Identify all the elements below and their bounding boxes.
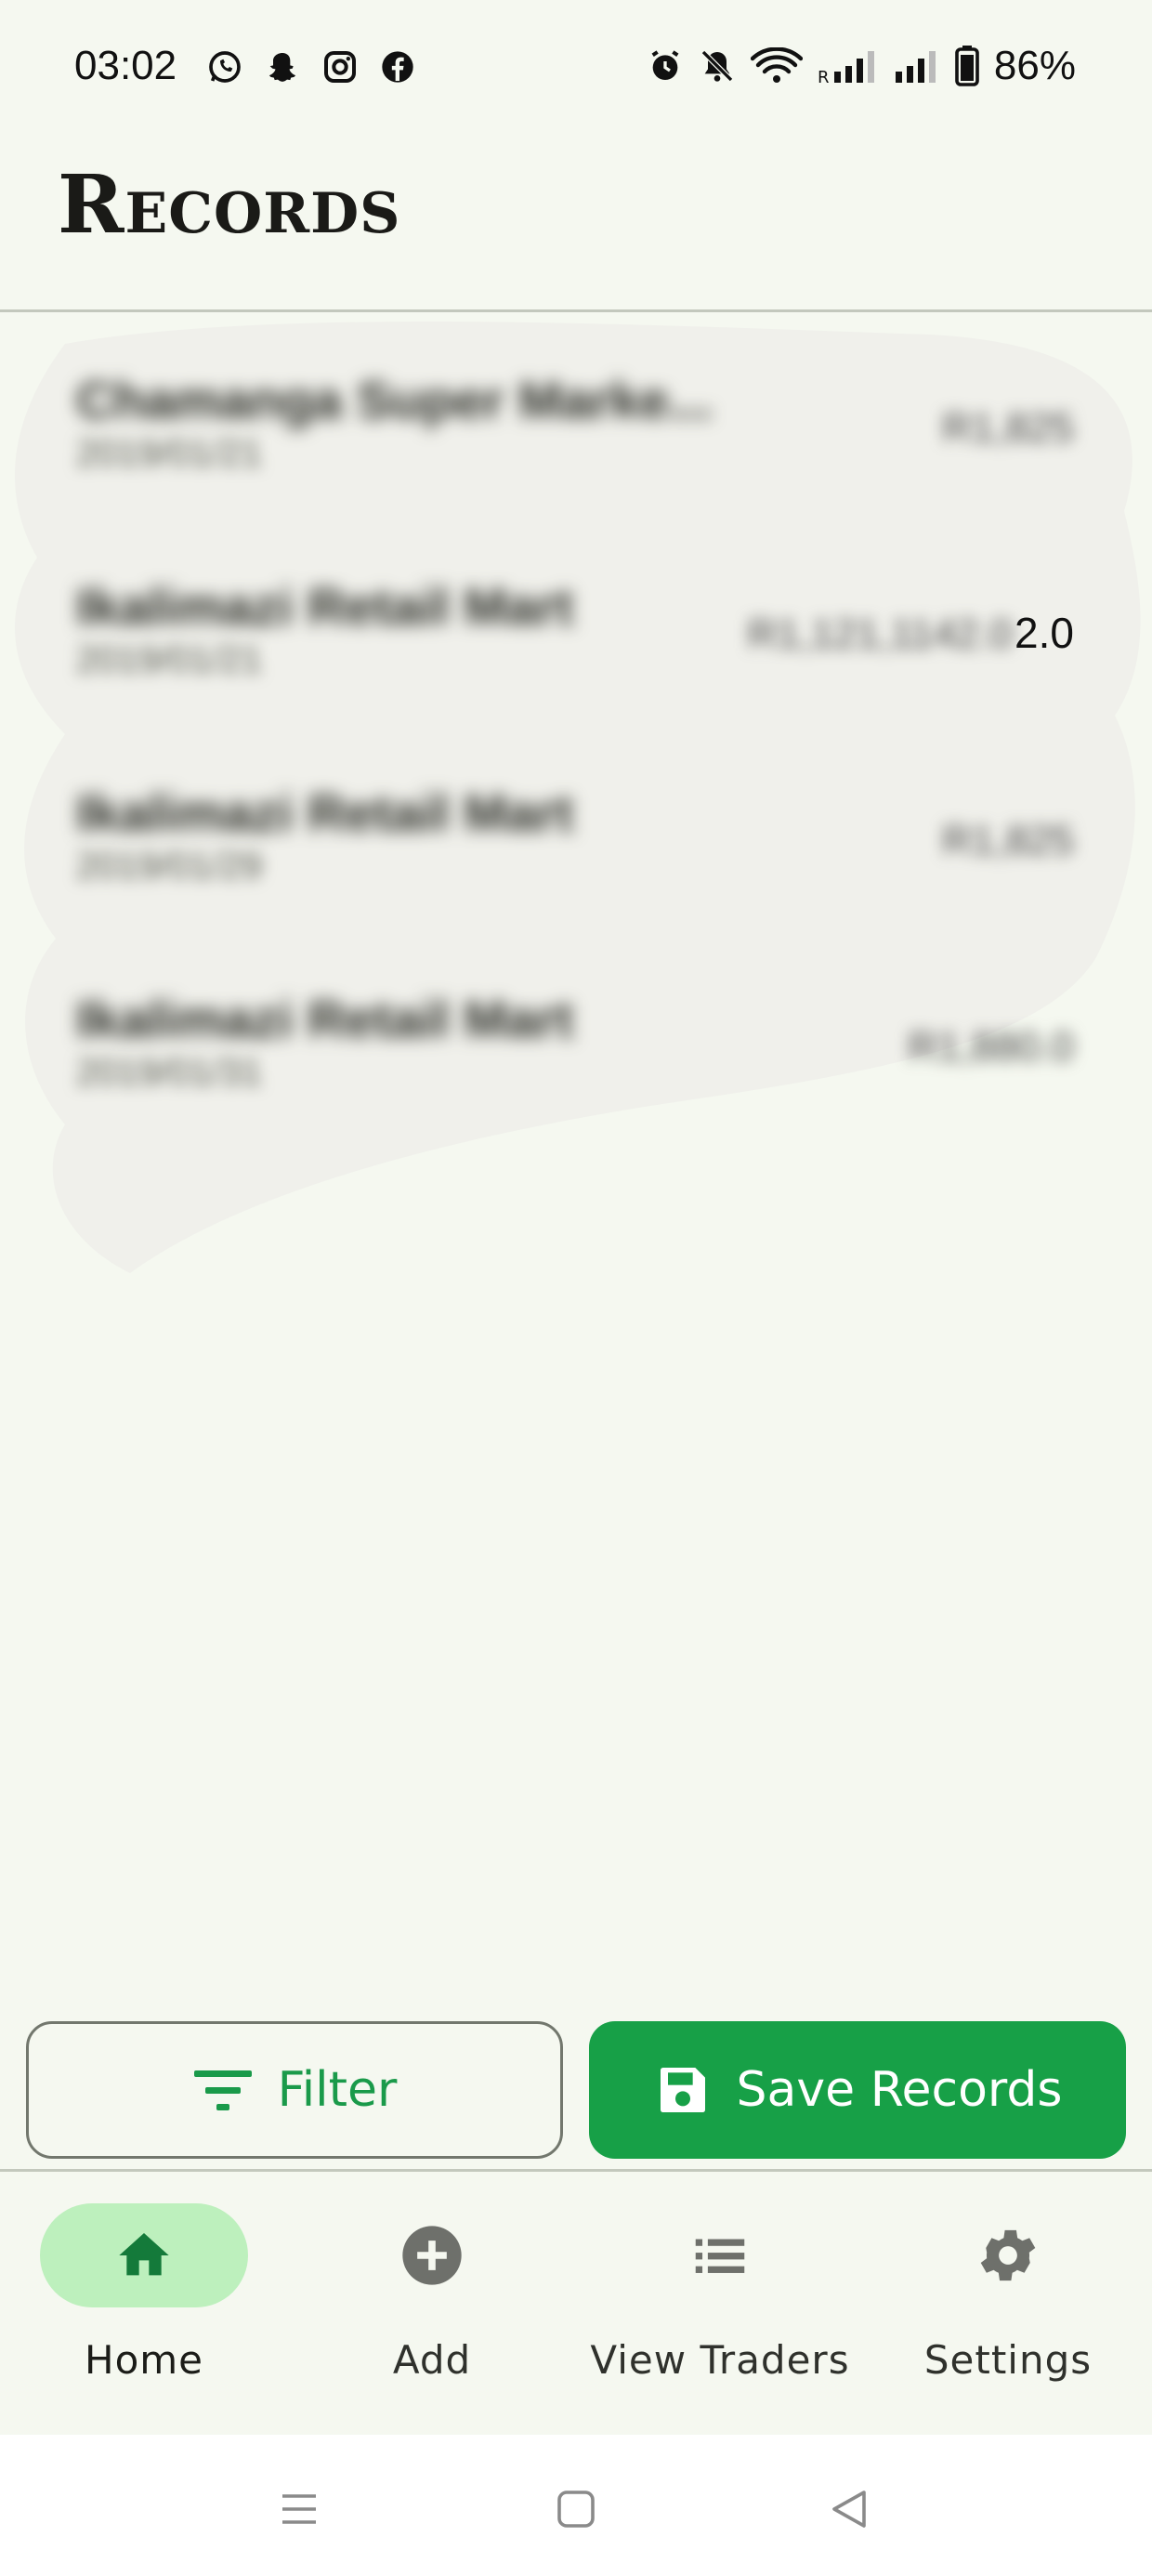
- back-button[interactable]: [821, 2481, 877, 2537]
- filter-button-label: Filter: [277, 2062, 398, 2118]
- notification-icons: [206, 48, 416, 85]
- home-system-button[interactable]: [548, 2481, 604, 2537]
- list-icon: [695, 2239, 745, 2273]
- record-date: 2019/01/29: [76, 846, 263, 887]
- save-records-button[interactable]: Save Records: [589, 2021, 1126, 2159]
- system-navigation-bar: [0, 2435, 1152, 2576]
- battery-percent: 86%: [993, 43, 1076, 88]
- status-time: 03:02: [74, 43, 177, 88]
- nav-label-settings: Settings: [923, 2337, 1093, 2383]
- record-name: Chamanga Super Marke...: [76, 371, 713, 429]
- filter-button[interactable]: Filter: [26, 2021, 563, 2159]
- list-item[interactable]: Ikalimazi Retail Mart 2019/01/29 R1,825: [0, 725, 1152, 931]
- gear-icon: [980, 2229, 1036, 2281]
- whatsapp-icon: [209, 51, 241, 83]
- status-bar: 03:02 R 86%: [0, 0, 1152, 139]
- save-records-button-label: Save Records: [736, 2062, 1063, 2118]
- list-item[interactable]: Ikalimazi Retail Mart 2019/01/31 R1,880.…: [0, 931, 1152, 1137]
- page-title: Records: [58, 158, 401, 252]
- nav-item-view-traders[interactable]: View Traders: [576, 2172, 864, 2435]
- filter-icon: [193, 2070, 252, 2110]
- instagram-icon: [324, 51, 356, 83]
- nav-active-indicator: [40, 2203, 248, 2307]
- alarm-icon: [651, 50, 679, 80]
- action-bar: Filter Save Records: [0, 2021, 1152, 2161]
- record-amount-visible-suffix: 2.0: [1015, 609, 1074, 657]
- record-name: Ikalimazi Retail Mart: [76, 577, 574, 636]
- record-date: 2019/01/21: [76, 433, 263, 474]
- back-triangle-icon: [832, 2491, 866, 2528]
- signal-icon: [895, 51, 936, 83]
- snapchat-icon: [268, 53, 296, 82]
- record-list: Chamanga Super Marke... 2019/01/21 R1,82…: [0, 312, 1152, 1137]
- system-status-icons: R 86%: [647, 43, 1076, 89]
- nav-item-add[interactable]: Add: [288, 2172, 576, 2435]
- nav-pill-settings: [904, 2203, 1112, 2307]
- menu-icon: [282, 2494, 316, 2524]
- record-amount: R1,825: [942, 405, 1074, 451]
- add-circle-icon: [402, 2226, 462, 2285]
- record-amount: R1,121,1142.0: [747, 611, 1013, 657]
- square-icon: [557, 2491, 595, 2528]
- facebook-icon: [382, 51, 413, 83]
- save-icon: [660, 2068, 705, 2112]
- nav-pill-view-traders: [616, 2203, 824, 2307]
- bell-off-icon: [700, 49, 733, 83]
- nav-item-settings[interactable]: Settings: [864, 2172, 1152, 2435]
- wifi-icon: [750, 47, 803, 83]
- nav-label-view-traders: View Traders: [590, 2337, 850, 2383]
- bottom-navigation: Home Add View Traders Settings: [0, 2172, 1152, 2435]
- app-bar: Records: [0, 139, 1152, 311]
- recent-apps-button[interactable]: [271, 2481, 327, 2537]
- nav-pill-add: [328, 2203, 536, 2307]
- signal-r-icon: R: [818, 51, 874, 85]
- records-screen: 03:02 R 86% Records Chamanga Super Marke…: [0, 0, 1152, 2576]
- home-icon: [119, 2233, 169, 2276]
- record-amount: R1,825: [942, 818, 1074, 863]
- svg-text:R: R: [818, 68, 830, 85]
- record-name: Ikalimazi Retail Mart: [76, 990, 574, 1048]
- list-item[interactable]: Ikalimazi Retail Mart 2019/01/21 R1,121,…: [0, 519, 1152, 725]
- battery-icon: [955, 46, 979, 86]
- record-date: 2019/01/31: [76, 1052, 263, 1093]
- record-name: Ikalimazi Retail Mart: [76, 783, 574, 842]
- record-date: 2019/01/21: [76, 639, 263, 680]
- record-amount: R1,880.0: [908, 1024, 1074, 1070]
- list-item[interactable]: Chamanga Super Marke... 2019/01/21 R1,82…: [0, 312, 1152, 519]
- nav-label-add: Add: [392, 2337, 472, 2383]
- nav-label-home: Home: [84, 2337, 204, 2383]
- nav-item-home[interactable]: Home: [0, 2172, 288, 2435]
